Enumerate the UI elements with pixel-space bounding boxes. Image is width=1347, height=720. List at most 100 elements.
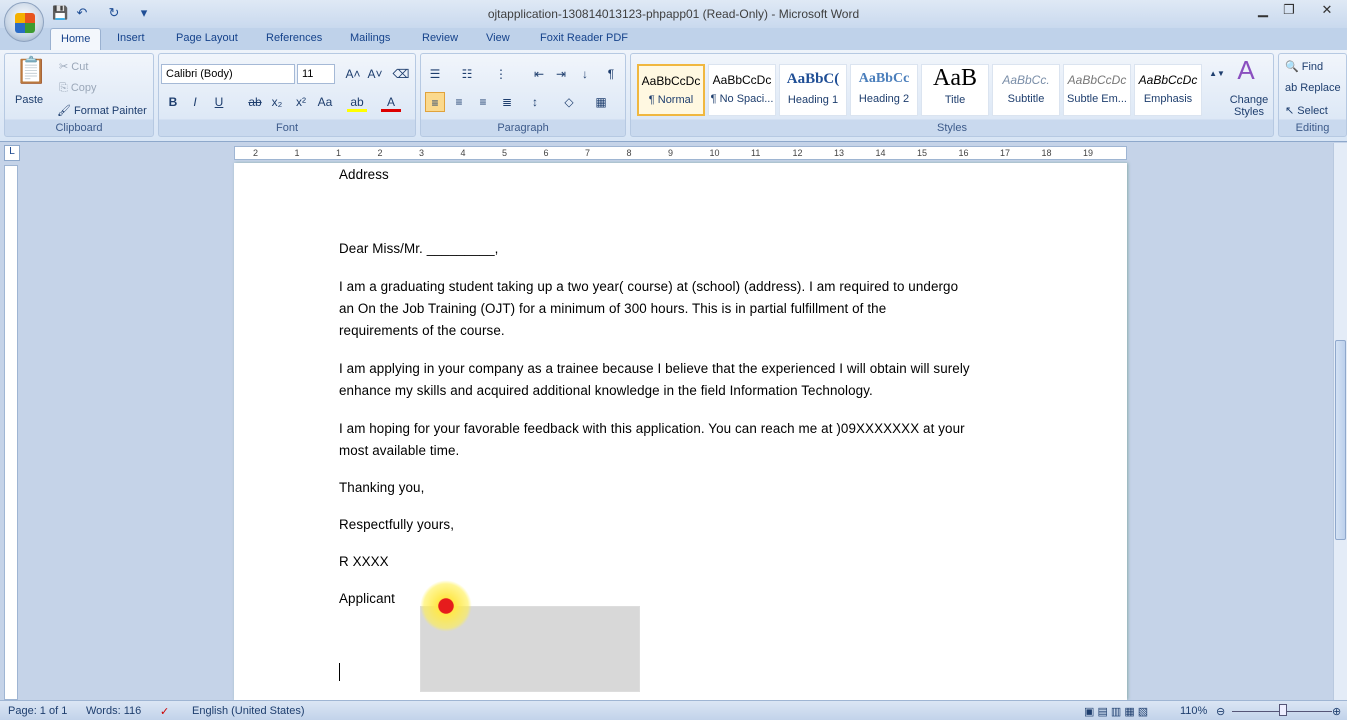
style-preview: AaBbCcDc xyxy=(1067,73,1127,87)
zoom-level[interactable]: 110% xyxy=(1180,705,1207,717)
select-button[interactable]: ↖ Select xyxy=(1285,104,1328,117)
replace-button[interactable]: ab Replace xyxy=(1285,82,1341,94)
align-right-icon[interactable]: ≡ xyxy=(473,92,493,112)
multilevel-list-icon[interactable]: ⋮ xyxy=(491,64,511,84)
document-page[interactable]: Address Dear Miss/Mr. _________, I am a … xyxy=(234,163,1127,700)
undo-icon[interactable]: ↶ xyxy=(74,5,90,21)
cut-label: Cut xyxy=(71,61,89,73)
tab-review[interactable]: Review xyxy=(422,32,458,44)
proofing-icon[interactable]: ✓ xyxy=(160,705,169,718)
style-subtitle[interactable]: AaBbCc. Subtitle xyxy=(992,64,1060,116)
style-preview: AaBbCc. xyxy=(1002,73,1050,87)
justify-icon[interactable]: ≣ xyxy=(497,92,517,112)
font-name-select[interactable]: Calibri (Body) xyxy=(161,64,295,84)
bold-icon[interactable]: B xyxy=(163,92,183,112)
status-bar: Page: 1 of 1 Words: 116 ✓ English (Unite… xyxy=(0,700,1347,720)
doc-line: Respectfully yours, xyxy=(339,517,455,532)
increase-indent-icon[interactable]: ⇥ xyxy=(551,64,571,84)
font-color-icon[interactable]: A xyxy=(381,92,401,112)
zoom-out-icon[interactable]: ⊖ xyxy=(1216,705,1225,718)
word-count[interactable]: Words: 116 xyxy=(86,705,141,717)
style-emphasis[interactable]: AaBbCcDc Emphasis xyxy=(1134,64,1202,116)
align-left-icon[interactable]: ≡ xyxy=(425,92,445,112)
clear-formatting-icon[interactable]: ⌫ xyxy=(391,64,411,84)
font-label: Font xyxy=(275,122,298,134)
tab-home[interactable]: Home xyxy=(50,28,102,51)
redo-icon[interactable]: ↻ xyxy=(106,5,122,21)
customize-quick-access-icon[interactable]: ▾ xyxy=(136,5,152,21)
shading-icon[interactable]: ◇ xyxy=(559,92,579,112)
font-group: Calibri (Body) 11 A˄ A˅ ⌫ B I U ab x₂ x²… xyxy=(158,53,416,137)
editing-label: Editing xyxy=(1295,122,1330,134)
doc-line: I am applying in your company as a train… xyxy=(339,361,970,376)
highlight-icon[interactable]: ab xyxy=(347,92,367,112)
tab-page-layout[interactable]: Page Layout xyxy=(176,32,238,44)
font-size-select[interactable]: 11 xyxy=(297,64,335,84)
doc-line: Address xyxy=(339,167,389,182)
ruler-tick-label: 3 xyxy=(419,148,425,158)
shrink-font-icon[interactable]: A˅ xyxy=(365,64,385,84)
tab-mailings[interactable]: Mailings xyxy=(350,32,390,44)
grow-font-icon[interactable]: A˄ xyxy=(343,64,363,84)
italic-icon[interactable]: I xyxy=(185,92,205,112)
center-icon[interactable]: ≡ xyxy=(449,92,469,112)
tab-selector-icon[interactable]: L xyxy=(4,145,20,161)
strikethrough-icon[interactable]: ab xyxy=(245,92,265,112)
style-name: ¶ No Spaci... xyxy=(710,93,774,105)
sort-icon[interactable]: ↓ xyxy=(575,64,595,84)
scrollbar-thumb[interactable] xyxy=(1335,340,1346,540)
subscript-icon[interactable]: x₂ xyxy=(267,92,287,112)
style-preview: AaBbCcDc xyxy=(712,73,772,87)
superscript-icon[interactable]: x² xyxy=(291,92,311,112)
close-button[interactable]: ✕ xyxy=(1314,2,1340,20)
style-normal[interactable]: AaBbCcDc ¶ Normal xyxy=(637,64,705,116)
decrease-indent-icon[interactable]: ⇤ xyxy=(529,64,549,84)
styles-scroll-icon[interactable]: ▲▼ xyxy=(1207,64,1227,84)
style-name: Subtitle xyxy=(1007,93,1045,105)
style-name: Heading 2 xyxy=(858,93,910,105)
tab-foxit-reader-pdf[interactable]: Foxit Reader PDF xyxy=(540,32,628,44)
office-button[interactable] xyxy=(4,2,44,42)
clipboard-group: 📋 Paste ✂ Cut ⎘ Copy 🖌 Format Painter Cl… xyxy=(4,53,154,137)
underline-icon[interactable]: U xyxy=(209,92,229,112)
change-case-icon[interactable]: Aa xyxy=(315,92,335,112)
page-count[interactable]: Page: 1 of 1 xyxy=(8,705,67,717)
bullets-icon[interactable]: ☰ xyxy=(425,64,445,84)
format-painter-button[interactable]: 🖌 Format Painter xyxy=(57,104,147,117)
tab-references[interactable]: References xyxy=(266,32,322,44)
show-formatting-icon[interactable]: ¶ xyxy=(601,64,621,84)
style-heading-1[interactable]: AaBbC(Heading 1 xyxy=(779,64,847,116)
line-spacing-icon[interactable]: ↕ xyxy=(525,92,545,112)
style-subtle-emphasis[interactable]: AaBbCcDc Subtle Em... xyxy=(1063,64,1131,116)
style-no-spacing[interactable]: AaBbCcDc ¶ No Spaci... xyxy=(708,64,776,116)
language[interactable]: English (United States) xyxy=(192,705,305,717)
horizontal-ruler[interactable]: 2 1 1 2 3 4 5 6 7 8 9 10 11 12 13 14 15 16 17 18 19 xyxy=(234,146,1127,160)
paragraph-label: Paragraph xyxy=(497,122,549,134)
zoom-slider-thumb[interactable] xyxy=(1279,704,1287,716)
numbering-icon[interactable]: ☷ xyxy=(457,64,477,84)
save-icon[interactable]: 💾 xyxy=(52,5,68,21)
paste-button[interactable]: Paste xyxy=(15,94,43,106)
find-button[interactable]: 🔍 Find xyxy=(1285,60,1323,73)
ruler-tick-label: 2 xyxy=(253,148,259,158)
change-styles-button[interactable]: Change Styles xyxy=(1227,94,1271,118)
change-styles-icon[interactable]: A xyxy=(1231,57,1261,83)
office-logo-icon xyxy=(15,13,35,33)
tab-insert[interactable]: Insert xyxy=(117,32,145,44)
copy-button[interactable]: ⎘ Copy xyxy=(59,82,97,95)
cut-button[interactable]: ✂ Cut xyxy=(59,60,88,73)
style-name: Title xyxy=(944,94,966,106)
paste-icon[interactable]: 📋 xyxy=(15,57,47,92)
style-preview: AaBbCc xyxy=(858,71,910,86)
tab-view[interactable]: View xyxy=(486,32,510,44)
zoom-in-icon[interactable]: ⊕ xyxy=(1332,705,1341,718)
style-heading-2[interactable]: AaBbCc Heading 2 xyxy=(850,64,918,116)
minimize-button[interactable]: ▁ xyxy=(1250,2,1276,20)
style-title[interactable]: AaB Title xyxy=(921,64,989,116)
clipboard-label: Clipboard xyxy=(55,122,103,134)
borders-icon[interactable]: ▦ xyxy=(591,92,611,112)
restore-button[interactable]: ❐ xyxy=(1276,2,1302,20)
view-buttons[interactable]: ▣ ▤ ▥ ▦ ▧ xyxy=(1084,705,1148,718)
ruler-tick-label: 10 xyxy=(709,148,720,158)
window-title: ojtapplication-130814013123-phpapp01 (Re… xyxy=(487,7,860,21)
